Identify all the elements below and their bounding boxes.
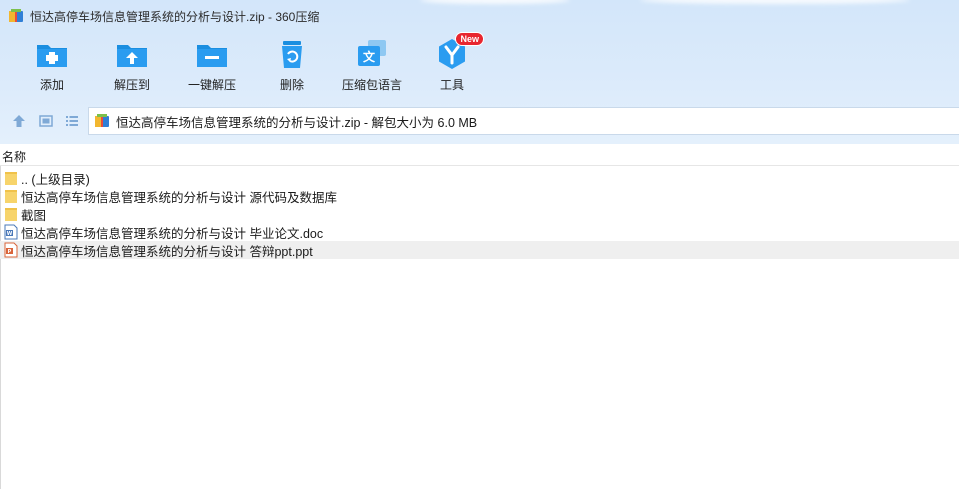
folder-icon xyxy=(3,170,19,186)
word-document-icon: W xyxy=(3,224,19,240)
window-title: 恒达高停车场信息管理系统的分析与设计.zip - 360压缩 xyxy=(30,9,320,24)
title-bar: 恒达高停车场信息管理系统的分析与设计.zip - 360压缩 xyxy=(0,0,959,32)
folder-icon xyxy=(3,188,19,204)
svg-text:W: W xyxy=(7,231,13,237)
recycle-bin-icon xyxy=(274,36,310,72)
one-click-extract-button-label: 一键解压 xyxy=(187,78,236,92)
archive-language-button-label: 压缩包语言 xyxy=(341,78,402,92)
list-item[interactable]: 截图 xyxy=(0,205,959,223)
tools-button-label: 工具 xyxy=(439,78,464,92)
toolbar: 添加 解压到 一键解压 删除 文 压缩包语言 New 工具 xyxy=(0,32,959,100)
arrow-up-icon[interactable] xyxy=(10,112,28,130)
powerpoint-document-icon: P xyxy=(3,242,19,258)
one-click-extract-button[interactable]: 一键解压 xyxy=(172,36,252,100)
list-item[interactable]: W 恒达高停车场信息管理系统的分析与设计 毕业论文.doc xyxy=(0,223,959,241)
archive-path-text: 恒达高停车场信息管理系统的分析与设计.zip - 解包大小为 6.0 MB xyxy=(116,115,478,130)
extract-to-button[interactable]: 解压到 xyxy=(92,36,172,100)
tools-button[interactable]: New 工具 xyxy=(412,32,492,100)
new-badge: New xyxy=(455,32,484,46)
file-name: 恒达高停车场信息管理系统的分析与设计 答辩ppt.ppt xyxy=(21,244,313,259)
add-button[interactable]: 添加 xyxy=(12,36,92,100)
column-name-header[interactable]: 名称 xyxy=(2,148,26,165)
extract-to-button-label: 解压到 xyxy=(113,78,150,92)
extract-to-icon xyxy=(114,36,150,72)
delete-button[interactable]: 删除 xyxy=(252,36,332,100)
list-item[interactable]: P 恒达高停车场信息管理系统的分析与设计 答辩ppt.ppt xyxy=(0,241,959,259)
path-bar[interactable]: 恒达高停车场信息管理系统的分析与设计.zip - 解包大小为 6.0 MB xyxy=(88,107,959,135)
tools-icon: New xyxy=(434,32,484,72)
one-click-extract-icon xyxy=(194,36,230,72)
zip-archive-icon xyxy=(8,8,24,24)
file-name: 恒达高停车场信息管理系统的分析与设计 源代码及数据库 xyxy=(21,190,337,205)
folder-icon xyxy=(3,206,19,222)
navigation-bar: 恒达高停车场信息管理系统的分析与设计.zip - 解包大小为 6.0 MB xyxy=(0,106,959,136)
delete-button-label: 删除 xyxy=(279,78,304,92)
file-name: 截图 xyxy=(21,208,47,223)
column-header: 名称 xyxy=(0,144,959,166)
svg-text:文: 文 xyxy=(363,49,376,64)
file-name: 恒达高停车场信息管理系统的分析与设计 毕业论文.doc xyxy=(21,226,324,241)
svg-text:P: P xyxy=(8,249,12,255)
file-name: .. (上级目录) xyxy=(21,172,90,187)
archive-language-button[interactable]: 文 压缩包语言 xyxy=(332,36,412,100)
language-icon: 文 xyxy=(354,36,390,72)
list-item[interactable]: 恒达高停车场信息管理系统的分析与设计 源代码及数据库 xyxy=(0,187,959,205)
zip-archive-icon xyxy=(94,113,110,129)
list-item[interactable]: .. (上级目录) xyxy=(0,169,959,187)
file-list: .. (上级目录) 恒达高停车场信息管理系统的分析与设计 源代码及数据库 截图 … xyxy=(0,169,959,259)
add-button-label: 添加 xyxy=(39,78,64,92)
add-folder-icon xyxy=(34,36,70,72)
thumbnail-view-icon[interactable] xyxy=(37,112,55,130)
list-view-icon[interactable] xyxy=(63,112,81,130)
